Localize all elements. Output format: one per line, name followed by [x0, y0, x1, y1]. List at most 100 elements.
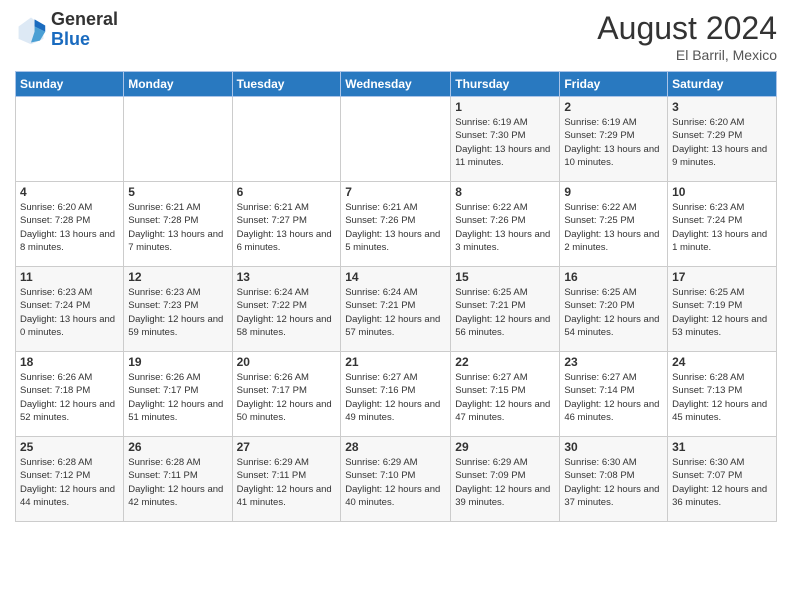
- day-info: Sunrise: 6:19 AM Sunset: 7:29 PM Dayligh…: [564, 116, 663, 169]
- day-number: 16: [564, 270, 663, 284]
- calendar-cell: [341, 97, 451, 182]
- calendar-cell: 31 Sunrise: 6:30 AM Sunset: 7:07 PM Dayli…: [668, 437, 777, 522]
- logo-text: General Blue: [51, 10, 118, 50]
- calendar-week-4: 25Sunrise: 6:28 AM Sunset: 7:12 PM Dayli…: [16, 437, 777, 522]
- calendar-cell: 11Sunrise: 6:23 AM Sunset: 7:24 PM Dayli…: [16, 267, 124, 352]
- calendar-cell: 8Sunrise: 6:22 AM Sunset: 7:26 PM Daylig…: [451, 182, 560, 267]
- location-subtitle: El Barril, Mexico: [597, 47, 777, 63]
- day-info: Sunrise: 6:29 AM Sunset: 7:09 PM Dayligh…: [455, 456, 555, 509]
- day-number: 27: [237, 440, 337, 454]
- day-number: 3: [672, 100, 772, 114]
- col-saturday: Saturday: [668, 72, 777, 97]
- day-info: Sunrise: 6:22 AM Sunset: 7:26 PM Dayligh…: [455, 201, 555, 254]
- day-number: 6: [237, 185, 337, 199]
- calendar-cell: 28 Sunrise: 6:29 AM Sunset: 7:10 PM Dayli…: [341, 437, 451, 522]
- calendar-cell: 7 Sunrise: 6:21 AM Sunset: 7:26 PM Daylig…: [341, 182, 451, 267]
- calendar-week-0: 1 Sunrise: 6:19 AM Sunset: 7:30 PM Daylig…: [16, 97, 777, 182]
- day-info: Sunrise: 6:29 AM Sunset: 7:10 PM Dayligh…: [345, 456, 446, 509]
- calendar-cell: 18 Sunrise: 6:26 AM Sunset: 7:18 PM Dayli…: [16, 352, 124, 437]
- day-info: Sunrise: 6:27 AM Sunset: 7:15 PM Dayligh…: [455, 371, 555, 424]
- calendar-cell: 21 Sunrise: 6:27 AM Sunset: 7:16 PM Dayli…: [341, 352, 451, 437]
- day-info: Sunrise: 6:26 AM Sunset: 7:17 PM Dayligh…: [128, 371, 227, 424]
- col-sunday: Sunday: [16, 72, 124, 97]
- day-info: Sunrise: 6:24 AM Sunset: 7:22 PM Dayligh…: [237, 286, 337, 339]
- col-monday: Monday: [124, 72, 232, 97]
- calendar-cell: 13 Sunrise: 6:24 AM Sunset: 7:22 PM Dayli…: [232, 267, 341, 352]
- day-info: Sunrise: 6:19 AM Sunset: 7:30 PM Dayligh…: [455, 116, 555, 169]
- day-number: 20: [237, 355, 337, 369]
- day-number: 5: [128, 185, 227, 199]
- title-block: August 2024 El Barril, Mexico: [597, 10, 777, 63]
- calendar-cell: 6 Sunrise: 6:21 AM Sunset: 7:27 PM Daylig…: [232, 182, 341, 267]
- day-number: 21: [345, 355, 446, 369]
- day-info: Sunrise: 6:24 AM Sunset: 7:21 PM Dayligh…: [345, 286, 446, 339]
- calendar-cell: 25Sunrise: 6:28 AM Sunset: 7:12 PM Dayli…: [16, 437, 124, 522]
- calendar-cell: 22Sunrise: 6:27 AM Sunset: 7:15 PM Dayli…: [451, 352, 560, 437]
- day-number: 25: [20, 440, 119, 454]
- calendar-cell: 24Sunrise: 6:28 AM Sunset: 7:13 PM Dayli…: [668, 352, 777, 437]
- logo: General Blue: [15, 10, 118, 50]
- calendar-cell: 12Sunrise: 6:23 AM Sunset: 7:23 PM Dayli…: [124, 267, 232, 352]
- day-number: 9: [564, 185, 663, 199]
- day-info: Sunrise: 6:21 AM Sunset: 7:27 PM Dayligh…: [237, 201, 337, 254]
- day-number: 7: [345, 185, 446, 199]
- calendar-week-2: 11Sunrise: 6:23 AM Sunset: 7:24 PM Dayli…: [16, 267, 777, 352]
- day-number: 1: [455, 100, 555, 114]
- day-number: 18: [20, 355, 119, 369]
- day-number: 30: [564, 440, 663, 454]
- calendar-week-3: 18 Sunrise: 6:26 AM Sunset: 7:18 PM Dayli…: [16, 352, 777, 437]
- day-number: 19: [128, 355, 227, 369]
- day-number: 23: [564, 355, 663, 369]
- day-number: 13: [237, 270, 337, 284]
- day-info: Sunrise: 6:27 AM Sunset: 7:14 PM Dayligh…: [564, 371, 663, 424]
- day-info: Sunrise: 6:20 AM Sunset: 7:28 PM Dayligh…: [20, 201, 119, 254]
- day-number: 10: [672, 185, 772, 199]
- calendar-week-1: 4 Sunrise: 6:20 AM Sunset: 7:28 PM Daylig…: [16, 182, 777, 267]
- calendar-cell: [232, 97, 341, 182]
- calendar-cell: 20 Sunrise: 6:26 AM Sunset: 7:17 PM Dayli…: [232, 352, 341, 437]
- day-info: Sunrise: 6:25 AM Sunset: 7:20 PM Dayligh…: [564, 286, 663, 339]
- day-number: 2: [564, 100, 663, 114]
- day-info: Sunrise: 6:21 AM Sunset: 7:26 PM Dayligh…: [345, 201, 446, 254]
- calendar-cell: 19 Sunrise: 6:26 AM Sunset: 7:17 PM Dayli…: [124, 352, 232, 437]
- day-info: Sunrise: 6:23 AM Sunset: 7:24 PM Dayligh…: [672, 201, 772, 254]
- header: General Blue August 2024 El Barril, Mexi…: [15, 10, 777, 63]
- calendar-cell: 9 Sunrise: 6:22 AM Sunset: 7:25 PM Daylig…: [560, 182, 668, 267]
- col-thursday: Thursday: [451, 72, 560, 97]
- day-number: 14: [345, 270, 446, 284]
- calendar-cell: [16, 97, 124, 182]
- calendar-cell: 15Sunrise: 6:25 AM Sunset: 7:21 PM Dayli…: [451, 267, 560, 352]
- col-tuesday: Tuesday: [232, 72, 341, 97]
- day-info: Sunrise: 6:30 AM Sunset: 7:07 PM Dayligh…: [672, 456, 772, 509]
- day-info: Sunrise: 6:27 AM Sunset: 7:16 PM Dayligh…: [345, 371, 446, 424]
- month-title: August 2024: [597, 10, 777, 47]
- day-number: 12: [128, 270, 227, 284]
- day-number: 11: [20, 270, 119, 284]
- calendar-cell: 2 Sunrise: 6:19 AM Sunset: 7:29 PM Daylig…: [560, 97, 668, 182]
- day-info: Sunrise: 6:26 AM Sunset: 7:18 PM Dayligh…: [20, 371, 119, 424]
- logo-line2: Blue: [51, 30, 118, 50]
- day-info: Sunrise: 6:29 AM Sunset: 7:11 PM Dayligh…: [237, 456, 337, 509]
- day-number: 31: [672, 440, 772, 454]
- calendar-cell: 4 Sunrise: 6:20 AM Sunset: 7:28 PM Daylig…: [16, 182, 124, 267]
- day-number: 17: [672, 270, 772, 284]
- day-number: 15: [455, 270, 555, 284]
- calendar-table: Sunday Monday Tuesday Wednesday Thursday…: [15, 71, 777, 522]
- day-number: 29: [455, 440, 555, 454]
- calendar-cell: 14 Sunrise: 6:24 AM Sunset: 7:21 PM Dayli…: [341, 267, 451, 352]
- calendar-cell: 16 Sunrise: 6:25 AM Sunset: 7:20 PM Dayli…: [560, 267, 668, 352]
- calendar-cell: 27 Sunrise: 6:29 AM Sunset: 7:11 PM Dayli…: [232, 437, 341, 522]
- logo-icon: [15, 14, 47, 46]
- calendar-cell: 29 Sunrise: 6:29 AM Sunset: 7:09 PM Dayli…: [451, 437, 560, 522]
- day-number: 28: [345, 440, 446, 454]
- day-info: Sunrise: 6:22 AM Sunset: 7:25 PM Dayligh…: [564, 201, 663, 254]
- day-info: Sunrise: 6:28 AM Sunset: 7:11 PM Dayligh…: [128, 456, 227, 509]
- col-friday: Friday: [560, 72, 668, 97]
- day-info: Sunrise: 6:20 AM Sunset: 7:29 PM Dayligh…: [672, 116, 772, 169]
- day-info: Sunrise: 6:26 AM Sunset: 7:17 PM Dayligh…: [237, 371, 337, 424]
- col-wednesday: Wednesday: [341, 72, 451, 97]
- day-number: 4: [20, 185, 119, 199]
- calendar-header-row: Sunday Monday Tuesday Wednesday Thursday…: [16, 72, 777, 97]
- calendar-cell: 1 Sunrise: 6:19 AM Sunset: 7:30 PM Daylig…: [451, 97, 560, 182]
- page: General Blue August 2024 El Barril, Mexi…: [0, 0, 792, 612]
